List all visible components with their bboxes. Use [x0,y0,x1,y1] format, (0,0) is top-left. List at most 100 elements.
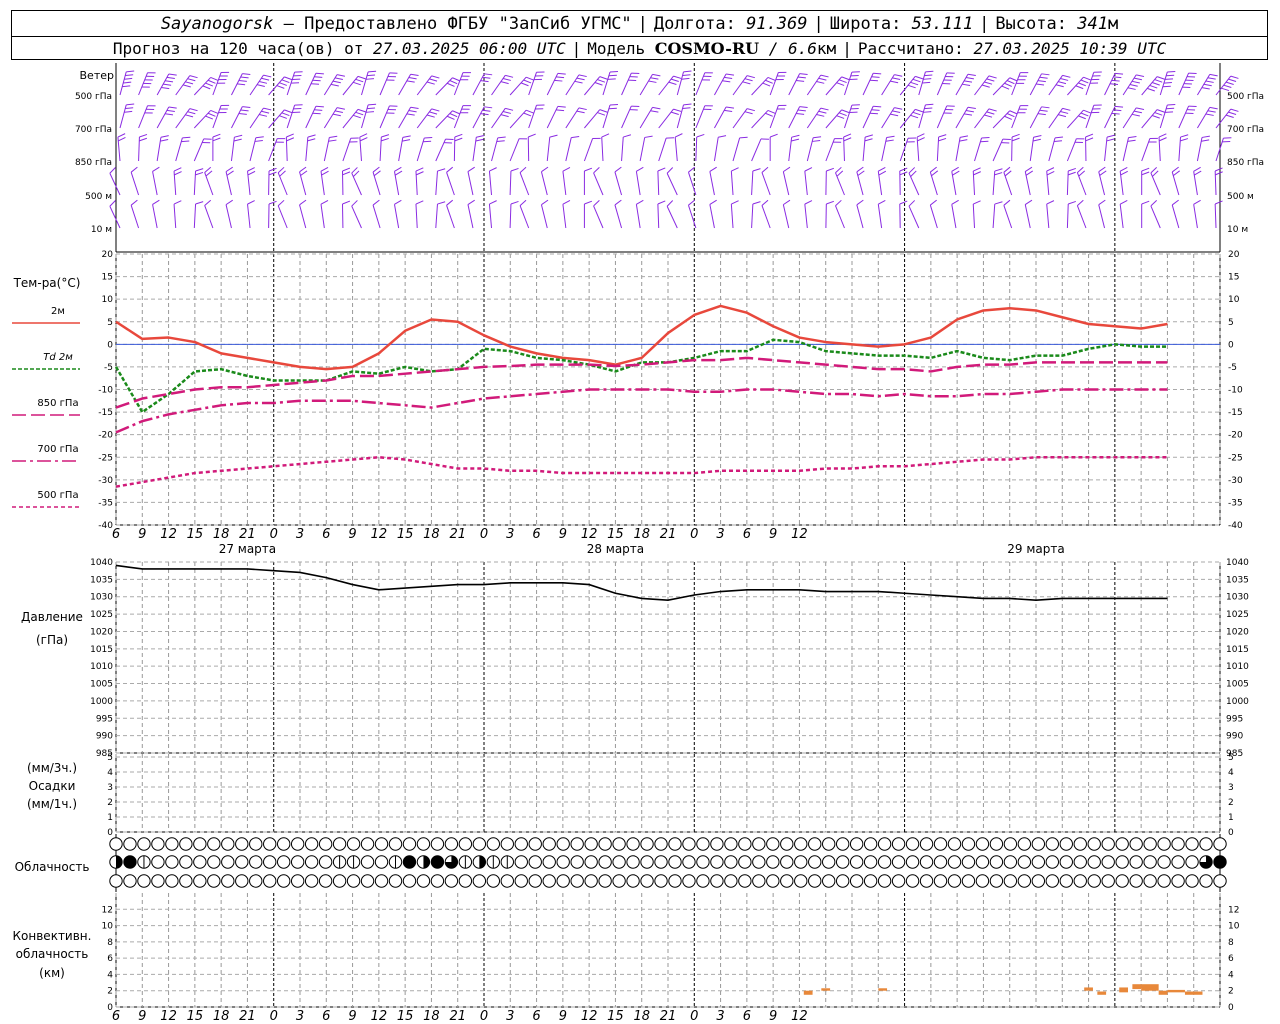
wind-barb-feather [994,201,1003,205]
wind-barb-feather [1215,171,1223,176]
wind-barb-feather [315,72,324,75]
wind-barb-feather [130,199,138,206]
wind-barb-staff [435,204,438,229]
wind-barb-feather [342,200,351,205]
wind-barb-feather [117,133,126,138]
wind-barb-feather [682,74,691,77]
cloud-symbol [388,874,403,888]
wind-barb-staff [601,137,604,162]
wind-barb-feather [300,170,308,176]
cloud-symbol [975,874,990,888]
wind-barb-feather [1141,171,1150,176]
wind-barb-feather [446,199,454,206]
wind-barb-staff [674,137,678,162]
x-tick-label: 15 [607,527,624,542]
wind-barb-feather [838,112,847,117]
wind-barb-feather [408,110,417,113]
conv-bar [1158,990,1168,995]
pressure-ytick-left: 1035 [90,575,113,585]
wind-barb-feather [967,73,976,76]
wind-level-500hpa-right: 500 гПа [1227,92,1264,102]
wind-barb-feather [1180,138,1189,142]
wind-barb-feather [355,78,364,83]
wind-barb-staff [351,205,362,229]
wind-barb-feather [207,112,216,117]
wind-barb-feather [334,77,343,80]
conv-ytick-left: 4 [107,970,113,980]
wind-barb-feather [951,199,959,205]
wind-barb-feather [1133,110,1143,114]
cloud-symbol [877,837,892,851]
wind-barb-feather [1171,166,1179,173]
wind-barb-feather [1205,80,1214,83]
wind-barb-feather [429,78,438,82]
wind-barb-feather [666,200,674,207]
cloud-symbol [193,874,207,888]
precip-ytick-right: 3 [1228,783,1234,793]
wind-barb-feather [931,170,939,177]
wind-barb-feather [299,166,307,173]
wind-barb-feather [1009,110,1018,115]
wind-barb-feather [994,168,1003,172]
wind-barb-feather [182,136,191,139]
wind-barb-feather [1083,76,1092,81]
wind-barb-feather [762,82,771,87]
wind-barb-feather [835,199,842,207]
wind-barb-feather [670,111,679,115]
x-tick-label-bottom: 18 [633,1009,650,1024]
wind-barb-feather [1149,84,1158,89]
cloud-symbol [276,874,291,888]
conv-bar [1132,984,1142,990]
wind-barb-feather [965,77,974,80]
cloud-symbol [235,874,249,888]
wind-barb-feather [373,170,381,177]
wind-barb-feather [1152,115,1160,119]
temp-ytick-left: -30 [98,476,113,486]
cloud-symbol [919,837,934,851]
x-tick-label-bottom: 18 [423,1009,440,1024]
temp-ytick-right: -15 [1228,408,1243,418]
wind-barb-feather [761,166,769,173]
cloud-symbol [374,874,389,888]
cloud-symbol [738,874,752,888]
wind-barb-feather [168,73,177,76]
cloud-fill [1213,855,1227,869]
wind-barb-feather [1041,73,1050,76]
cloud-symbol [221,874,235,888]
wind-barb-feather [556,109,565,112]
wind-barb-feather [1150,200,1158,207]
wind-barb-feather [225,166,233,173]
cloud-symbol [1017,874,1032,888]
wind-barb-feather [523,79,532,84]
cloud-symbol [1031,837,1046,851]
cloud-symbol [947,874,962,888]
cloud-symbol [374,855,389,869]
wind-barb-feather [1225,81,1234,85]
wind-barb-feather [247,200,255,205]
wind-barb-feather [636,166,644,172]
cloud-symbol [528,855,542,869]
cloud-symbol [598,855,612,869]
cloud-symbol [360,855,375,869]
wind-barb-feather [873,105,882,108]
cloud-symbol [710,837,724,851]
precip-ytick-left: 5 [107,753,113,763]
cloud-symbol [528,874,542,888]
conv-ytick-right: 6 [1228,954,1234,964]
wind-barb-feather [277,166,285,174]
x-tick-label: 21 [239,527,256,542]
wind-barb-feather [924,107,933,110]
legend-label-t700: 700 гПа [37,444,78,455]
cloud-symbol [1101,874,1115,888]
wind-barb-feather [930,166,937,173]
precip-ytick-right: 1 [1228,813,1234,823]
x-tick-label: 3 [506,527,514,542]
cloud-symbol [304,837,319,851]
temp-ytick-right: -40 [1228,521,1243,531]
wind-barb-staff [225,204,232,229]
cloud-symbol [696,874,710,888]
cloud-symbol [1003,874,1018,888]
wind-barb-feather [981,84,990,88]
wind-barb-feather [286,137,295,142]
wind-barb-feather [372,166,380,173]
